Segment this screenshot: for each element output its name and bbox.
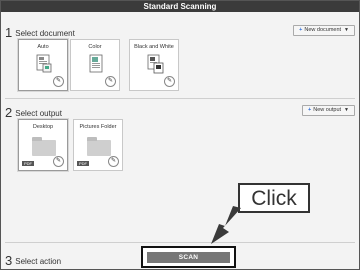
- edit-pencil-icon[interactable]: ✎: [105, 76, 116, 87]
- select-document-heading: 1 Select document: [5, 25, 75, 40]
- section-divider: [5, 242, 355, 243]
- section-title: Select action: [15, 257, 62, 266]
- section-divider: [5, 98, 355, 99]
- section-title: Select output: [15, 109, 62, 118]
- plus-icon: +: [308, 107, 312, 113]
- folder-icon: [32, 137, 56, 156]
- card-label: Pictures Folder: [79, 124, 117, 130]
- document-card-auto[interactable]: Auto ✎: [18, 39, 68, 91]
- new-output-label: New output: [313, 107, 342, 113]
- bw-document-icon: [147, 54, 164, 74]
- edit-pencil-icon[interactable]: ✎: [164, 76, 175, 87]
- output-card-pictures-folder[interactable]: Pictures Folder PDF ✎: [73, 119, 123, 171]
- edit-pencil-icon[interactable]: ✎: [53, 76, 64, 87]
- auto-document-icon: [36, 54, 52, 73]
- window-title: Standard Scanning: [1, 1, 359, 12]
- edit-pencil-icon[interactable]: ✎: [108, 156, 119, 167]
- select-output-heading: 2 Select output: [5, 105, 62, 120]
- section-number: 3: [5, 253, 13, 268]
- section-number: 2: [5, 105, 13, 120]
- color-document-icon: [89, 54, 103, 73]
- folder-icon: [87, 137, 111, 156]
- output-card-desktop[interactable]: Desktop PDF ✎: [18, 119, 68, 171]
- format-tag: PDF: [77, 161, 89, 166]
- edit-pencil-icon[interactable]: ✎: [53, 156, 64, 167]
- caret-down-icon: ▼: [344, 27, 349, 33]
- section-title: Select document: [15, 29, 75, 38]
- card-label: Desktop: [32, 124, 54, 130]
- pointer-arrow-icon: [211, 206, 241, 244]
- card-label: Color: [88, 44, 102, 50]
- scanner-window: Standard Scanning 1 Select document + New …: [0, 0, 360, 270]
- caret-down-icon: ▼: [344, 107, 349, 113]
- card-label: Auto: [37, 44, 49, 50]
- format-tag: PDF: [22, 161, 34, 166]
- scan-highlight: SCAN: [141, 246, 236, 268]
- card-label: Black and White: [134, 44, 174, 50]
- click-callout: Click: [238, 183, 310, 213]
- plus-icon: +: [299, 27, 303, 33]
- new-document-label: New document: [304, 27, 342, 33]
- section-number: 1: [5, 25, 13, 40]
- scan-button[interactable]: SCAN: [147, 252, 230, 263]
- document-card-color[interactable]: Color ✎: [70, 39, 120, 91]
- select-action-heading: 3 Select action: [5, 253, 61, 268]
- new-output-button[interactable]: + New output ▼: [302, 105, 355, 116]
- new-document-button[interactable]: + New document ▼: [293, 25, 355, 36]
- document-card-black-and-white[interactable]: Black and White ✎: [129, 39, 179, 91]
